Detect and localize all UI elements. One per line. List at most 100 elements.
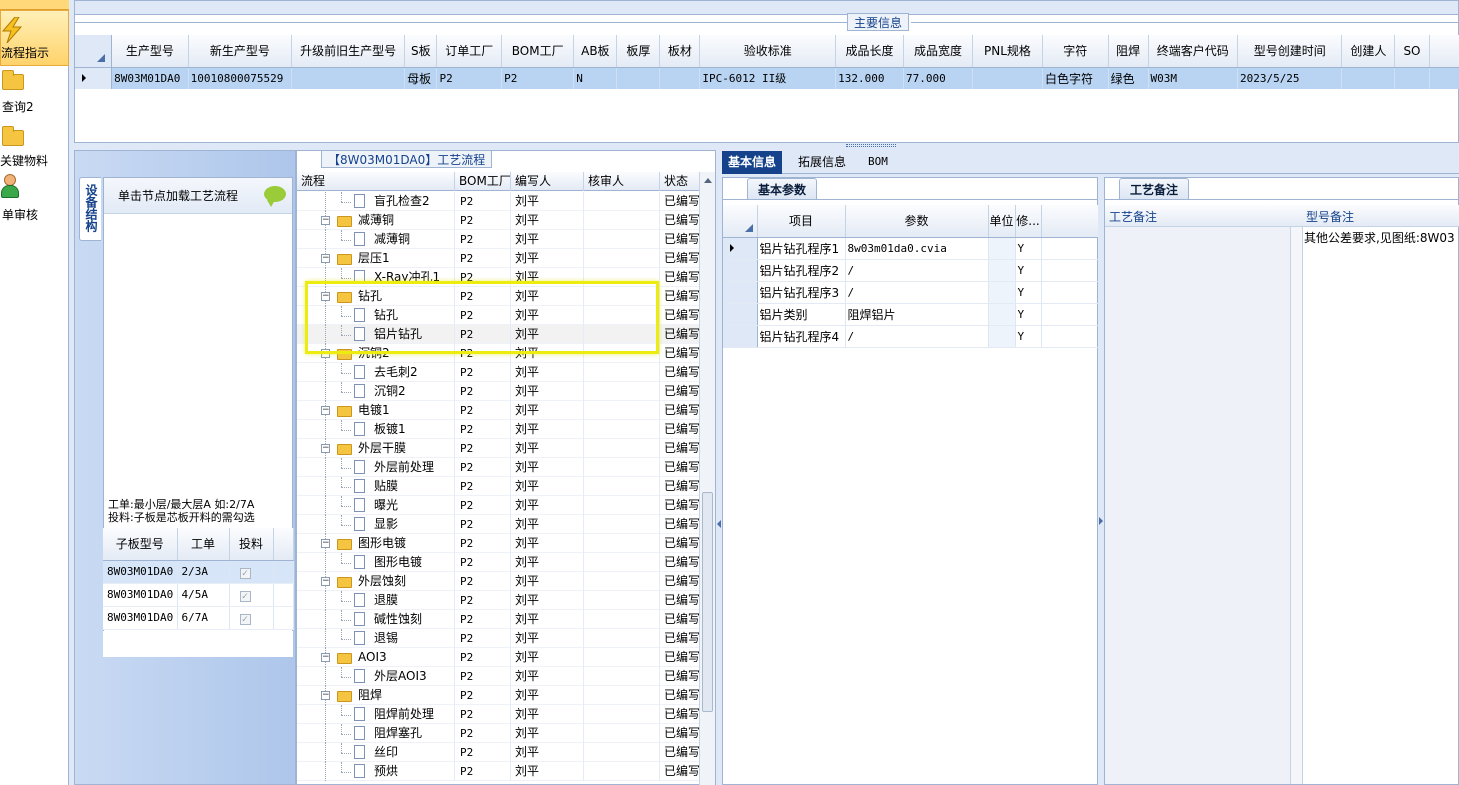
- tree-node-label[interactable]: AOI3: [358, 648, 387, 667]
- cell-acceptance[interactable]: IPC-6012 II级: [699, 67, 837, 89]
- cell-reviewer[interactable]: [584, 591, 660, 610]
- nav-item-order-review[interactable]: 单审核: [0, 172, 69, 228]
- tree-step-node[interactable]: 阻焊前处理 P2 刘平 已编写: [297, 705, 701, 724]
- cell-status[interactable]: 已编写: [660, 762, 701, 781]
- cell-reviewer[interactable]: [584, 325, 660, 344]
- row-indicator[interactable]: [723, 259, 758, 282]
- cell-author[interactable]: 刘平: [511, 439, 584, 458]
- tree-step-node[interactable]: 钻孔 P2 刘平 已编写: [297, 306, 701, 325]
- tree-group-node[interactable]: − 层压1 P2 刘平 已编写: [297, 249, 701, 268]
- tree-node-name-cell[interactable]: − 层压1: [297, 249, 455, 268]
- cell-so[interactable]: [1394, 67, 1430, 89]
- cell-status[interactable]: 已编写: [660, 477, 701, 496]
- cell-bom-factory[interactable]: P2: [455, 724, 511, 743]
- col-header[interactable]: 项目: [757, 205, 846, 238]
- cell-unit[interactable]: [988, 281, 1016, 304]
- tree-node-label[interactable]: 预烘: [374, 762, 398, 781]
- cell-reviewer[interactable]: [584, 382, 660, 401]
- cell-new-model[interactable]: 10010800075529: [188, 67, 293, 89]
- notes-scrollbar[interactable]: [1291, 227, 1303, 784]
- feed-checkbox[interactable]: ✓: [239, 590, 251, 602]
- cell-reviewer[interactable]: [584, 534, 660, 553]
- tree-group-node[interactable]: − 外层蚀刻 P2 刘平 已编写: [297, 572, 701, 591]
- cell-author[interactable]: 刘平: [511, 724, 584, 743]
- col-header[interactable]: 成品宽度: [903, 35, 973, 68]
- cell-status[interactable]: 已编写: [660, 458, 701, 477]
- cell-author[interactable]: 刘平: [511, 648, 584, 667]
- cell-bom-factory[interactable]: P2: [455, 610, 511, 629]
- tree-group-node[interactable]: − 电镀1 P2 刘平 已编写: [297, 401, 701, 420]
- tree-group-node[interactable]: − 钻孔 P2 刘平 已编写: [297, 287, 701, 306]
- cell-author[interactable]: 刘平: [511, 344, 584, 363]
- cell-author[interactable]: 刘平: [511, 762, 584, 781]
- cell-sub-model[interactable]: 8W03M01DA0: [103, 606, 178, 630]
- col-header[interactable]: 订单工厂: [436, 35, 503, 68]
- cell-status[interactable]: 已编写: [660, 420, 701, 439]
- col-header[interactable]: 流程: [297, 172, 455, 191]
- collapse-icon[interactable]: −: [321, 539, 330, 548]
- tree-node-label[interactable]: 减薄铜: [358, 211, 394, 230]
- row-indicator[interactable]: [723, 303, 758, 326]
- cell-status[interactable]: 已编写: [660, 249, 701, 268]
- row-indicator[interactable]: [723, 325, 758, 348]
- cell-author[interactable]: 刘平: [511, 230, 584, 249]
- grid-corner[interactable]: [75, 35, 113, 68]
- cell-status[interactable]: 已编写: [660, 306, 701, 325]
- cell-sub-model[interactable]: 8W03M01DA0: [103, 583, 178, 607]
- cell-status[interactable]: 已编写: [660, 686, 701, 705]
- tree-node-label[interactable]: 外层前处理: [374, 458, 434, 477]
- tree-node-label[interactable]: 板镀1: [374, 420, 406, 439]
- cell-reviewer[interactable]: [584, 572, 660, 591]
- cell-status[interactable]: 已编写: [660, 553, 701, 572]
- tree-node-label[interactable]: 阻焊前处理: [374, 705, 434, 724]
- cell-value[interactable]: 8w03m01da0.cvia: [845, 237, 989, 260]
- tree-node-name-cell[interactable]: 丝印: [297, 743, 455, 762]
- col-header[interactable]: 板材: [659, 35, 701, 68]
- tree-step-node[interactable]: 预烘 P2 刘平 已编写: [297, 762, 701, 781]
- tree-node-name-cell[interactable]: − 减薄铜: [297, 211, 455, 230]
- tab-bom[interactable]: BOM: [862, 151, 894, 174]
- col-header[interactable]: 投料: [229, 528, 274, 561]
- main-info-row[interactable]: 8W03M01DA0 10010800075529 母板 P2 P2 N IPC…: [75, 67, 1459, 89]
- tree-node-name-cell[interactable]: 图形电镀: [297, 553, 455, 572]
- tree-node-label[interactable]: 沉铜2: [374, 382, 406, 401]
- tree-step-node[interactable]: 盲孔检查2 P2 刘平 已编写: [297, 192, 701, 211]
- cell-s-board[interactable]: 母板: [404, 67, 438, 89]
- nav-item-query2[interactable]: 查询2: [0, 66, 69, 122]
- collapse-icon[interactable]: −: [321, 292, 330, 301]
- tree-node-label[interactable]: 减薄铜: [374, 230, 410, 249]
- cell-reviewer[interactable]: [584, 496, 660, 515]
- cell-author[interactable]: 刘平: [511, 287, 584, 306]
- cell-author[interactable]: 刘平: [511, 686, 584, 705]
- col-header[interactable]: 单位: [988, 205, 1016, 238]
- tree-node-name-cell[interactable]: 预烘: [297, 762, 455, 781]
- cell-bom-factory[interactable]: P2: [455, 230, 511, 249]
- cell-bom-factory[interactable]: P2: [455, 648, 511, 667]
- cell-bom-factory[interactable]: P2: [455, 667, 511, 686]
- tree-node-name-cell[interactable]: − AOI3: [297, 648, 455, 667]
- cell-mod[interactable]: Y: [1015, 259, 1042, 282]
- cell-bom-factory[interactable]: P2: [455, 268, 511, 287]
- cell-status[interactable]: 已编写: [660, 363, 701, 382]
- cell-status[interactable]: 已编写: [660, 268, 701, 287]
- col-header[interactable]: 成品长度: [835, 35, 904, 68]
- cell-status[interactable]: 已编写: [660, 572, 701, 591]
- cell-thickness[interactable]: [616, 67, 661, 89]
- table-row[interactable]: 8W03M01DA0 6/7A ✓: [103, 606, 294, 630]
- cell-item[interactable]: 铝片钻孔程序3: [757, 281, 846, 304]
- tree-node-label[interactable]: 退膜: [374, 591, 398, 610]
- feed-checkbox[interactable]: ✓: [239, 567, 251, 579]
- cell-bom-factory[interactable]: P2: [455, 705, 511, 724]
- tree-node-name-cell[interactable]: 减薄铜: [297, 230, 455, 249]
- cell-reviewer[interactable]: [584, 515, 660, 534]
- cell-value[interactable]: /: [845, 259, 989, 282]
- col-header[interactable]: 新生产型号: [188, 35, 293, 68]
- feed-checkbox[interactable]: ✓: [239, 613, 251, 625]
- cell-author[interactable]: 刘平: [511, 629, 584, 648]
- tree-node-label[interactable]: 阻焊: [358, 686, 382, 705]
- cell-author[interactable]: 刘平: [511, 211, 584, 230]
- cell-reviewer[interactable]: [584, 629, 660, 648]
- cell-reviewer[interactable]: [584, 268, 660, 287]
- collapse-icon[interactable]: −: [321, 216, 330, 225]
- tree-node-label[interactable]: 盲孔检查2: [374, 192, 430, 211]
